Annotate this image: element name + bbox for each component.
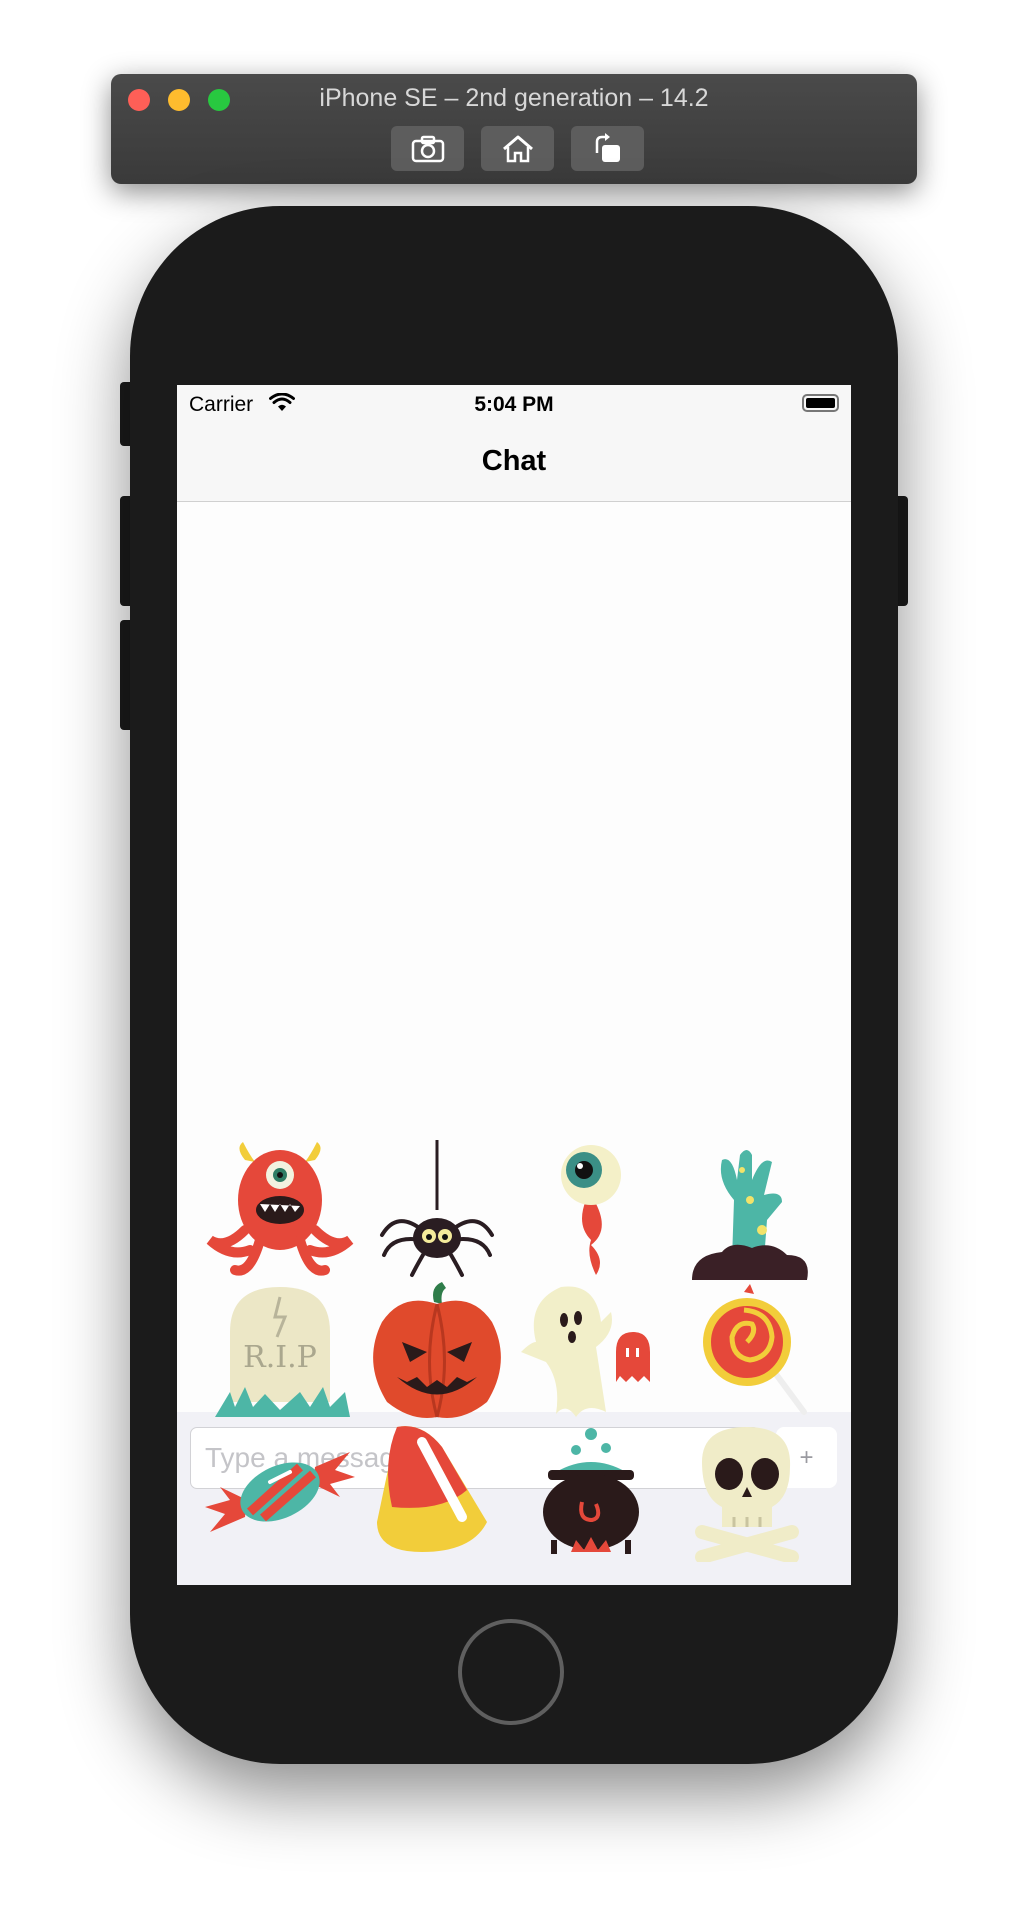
battery-icon (802, 394, 839, 412)
monster-sticker[interactable] (205, 1140, 355, 1280)
cauldron-sticker[interactable] (516, 1422, 666, 1562)
spider-sticker[interactable] (362, 1140, 512, 1280)
pumpkin-sticker[interactable] (362, 1282, 512, 1422)
home-button[interactable] (481, 126, 554, 171)
status-time: 5:04 PM (474, 393, 554, 416)
candy-corn-sticker[interactable] (362, 1422, 512, 1562)
skull-sticker[interactable] (672, 1422, 822, 1564)
status-bar: Carrier 5:04 PM (177, 385, 851, 425)
simulator-title: iPhone SE – 2nd generation – 14.2 (319, 84, 709, 112)
tombstone-sticker[interactable]: R.I.P (205, 1282, 355, 1422)
eyeball-sticker[interactable] (516, 1140, 666, 1280)
home-icon (502, 135, 533, 162)
navigation-bar: Chat (177, 425, 851, 502)
tombstone-text: R.I.P (243, 1340, 317, 1375)
screenshot-button[interactable] (391, 126, 464, 171)
screenshot-icon (411, 135, 444, 162)
page-title: Chat (481, 445, 547, 477)
candy-sticker[interactable] (205, 1422, 355, 1562)
simulator-toolbar: iPhone SE – 2nd generation – 14.2 (111, 74, 917, 184)
zombie-hand-sticker[interactable] (672, 1140, 822, 1280)
rotate-button[interactable] (571, 126, 644, 171)
ghost-sticker[interactable] (516, 1282, 666, 1422)
device-home-button[interactable] (458, 1619, 564, 1725)
lollipop-sticker[interactable] (672, 1282, 822, 1422)
rotate-icon (595, 132, 620, 162)
